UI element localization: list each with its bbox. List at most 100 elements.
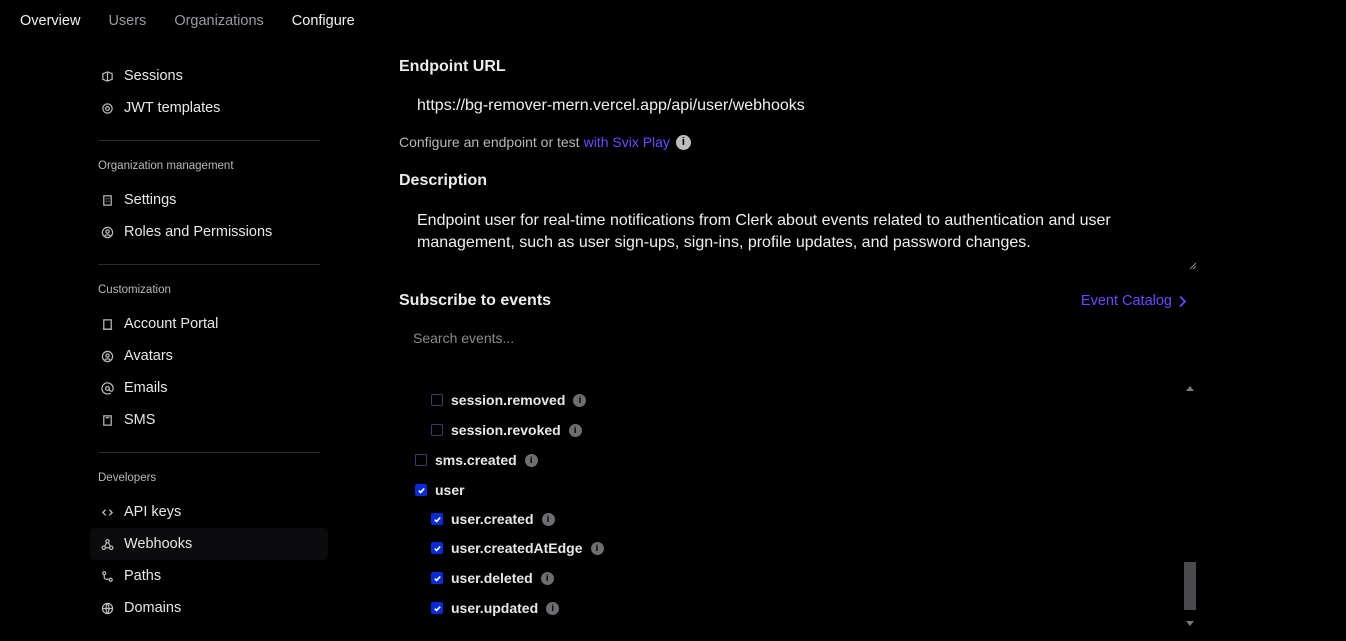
svix-play-link[interactable]: with Svix Play — [584, 134, 670, 150]
sidebar-item-webhooks[interactable]: Webhooks — [90, 528, 328, 560]
event-item-user-created[interactable]: user.created i — [431, 509, 555, 529]
event-label: user.updated — [451, 600, 539, 616]
event-label: session.revoked — [451, 422, 561, 438]
event-item-user-updated[interactable]: user.updated i — [431, 598, 560, 618]
event-label: sms.created — [435, 452, 517, 468]
check-icon — [433, 575, 441, 582]
sidebar-item-label: Domains — [124, 600, 182, 616]
event-catalog-link[interactable]: Event Catalog — [1081, 293, 1187, 309]
info-icon[interactable]: i — [590, 541, 604, 555]
sidebar-item-sms[interactable]: SMS — [90, 404, 328, 436]
event-item-session-removed[interactable]: session.removed i — [431, 390, 587, 410]
scroll-thumb[interactable] — [1184, 562, 1196, 610]
info-icon[interactable]: i — [541, 512, 555, 526]
sidebar-item-api-keys[interactable]: API keys — [90, 496, 328, 528]
sidebar-item-label: Sessions — [124, 68, 183, 84]
event-group-user[interactable]: user — [415, 480, 465, 500]
sidebar-item-settings[interactable]: Settings — [90, 184, 328, 216]
section-heading-organization: Organization management — [98, 160, 234, 172]
user-circle-icon — [100, 225, 114, 239]
info-icon[interactable]: i — [540, 571, 554, 585]
checkbox-checked[interactable] — [431, 572, 443, 584]
event-item-user-deleted[interactable]: user.deleted i — [431, 568, 554, 588]
sidebar-item-label: Emails — [124, 380, 168, 396]
endpoint-url-label: Endpoint URL — [399, 58, 506, 75]
description-textarea[interactable]: Endpoint user for real-time notification… — [399, 210, 1197, 270]
top-navigation: Overview Users Organizations Configure — [0, 0, 355, 42]
event-catalog-label: Event Catalog — [1080, 293, 1172, 309]
sidebar-divider — [98, 264, 320, 265]
nav-configure[interactable]: Configure — [292, 13, 355, 29]
sidebar-item-label: API keys — [124, 504, 182, 520]
description-label: Description — [399, 172, 488, 189]
sidebar-item-paths[interactable]: Paths — [90, 560, 328, 592]
sidebar-item-account-portal[interactable]: Account Portal — [90, 308, 328, 340]
checkbox[interactable] — [415, 454, 427, 466]
checkbox[interactable] — [431, 424, 443, 436]
sidebar-item-label: Account Portal — [124, 316, 219, 332]
check-icon — [433, 545, 441, 552]
info-icon[interactable]: i — [524, 453, 538, 467]
event-label: user — [435, 482, 465, 498]
check-icon — [433, 605, 441, 612]
checkbox-checked[interactable] — [431, 602, 443, 614]
checkbox-checked[interactable] — [431, 513, 443, 525]
avatar-icon — [100, 349, 114, 363]
event-label: user.created — [451, 511, 534, 527]
info-icon[interactable]: i — [546, 601, 560, 615]
endpoint-hint: Configure an endpoint or test with Svix … — [399, 134, 1199, 150]
event-item-user-created-at-edge[interactable]: user.createdAtEdge i — [431, 538, 604, 558]
sidebar-divider — [98, 452, 320, 453]
sidebar-item-jwt-templates[interactable]: JWT templates — [90, 92, 328, 124]
globe-icon — [100, 601, 114, 615]
endpoint-hint-text: Configure an endpoint or test — [399, 134, 580, 150]
sidebar-divider — [98, 140, 320, 141]
event-item-session-revoked[interactable]: session.revoked i — [431, 420, 582, 440]
check-icon — [433, 516, 441, 523]
sidebar-item-emails[interactable]: Emails — [90, 372, 328, 404]
jwt-icon — [100, 101, 114, 115]
nav-organizations[interactable]: Organizations — [174, 13, 263, 29]
webhook-icon — [100, 537, 114, 551]
sidebar-item-sessions[interactable]: Sessions — [90, 60, 328, 92]
sidebar-item-label: Webhooks — [124, 536, 193, 552]
sidebar-item-label: Settings — [124, 192, 177, 208]
scroll-up-icon[interactable] — [1186, 386, 1194, 391]
sidebar-item-roles-permissions[interactable]: Roles and Permissions — [90, 216, 328, 248]
event-item-sms-created[interactable]: sms.created i — [415, 450, 538, 470]
subscribe-label: Subscribe to events — [399, 292, 552, 309]
description-line-1: Endpoint user for real-time notification… — [417, 212, 1111, 229]
checkbox-checked[interactable] — [415, 484, 427, 496]
checkbox[interactable] — [431, 394, 443, 406]
phone-icon — [100, 413, 114, 427]
sidebar-item-label: JWT templates — [124, 100, 221, 116]
sidebar-item-avatars[interactable]: Avatars — [90, 340, 328, 372]
nav-overview[interactable]: Overview — [20, 13, 80, 29]
sidebar-item-label: Avatars — [124, 348, 173, 364]
sidebar-item-label: Roles and Permissions — [124, 224, 273, 240]
sidebar-item-domains[interactable]: Domains — [90, 592, 328, 624]
info-icon[interactable]: i — [568, 423, 582, 437]
endpoint-url-field[interactable]: https://bg-remover-mern.vercel.app/api/u… — [399, 97, 1199, 119]
section-heading-developers: Developers — [98, 472, 157, 484]
description-line-2: management, such as user sign-ups, sign-… — [417, 234, 1031, 251]
event-list-scrollbar[interactable] — [1183, 382, 1197, 628]
subscribe-header: Subscribe to events Event Catalog — [399, 292, 1187, 310]
section-heading-customization: Customization — [98, 284, 171, 296]
event-label: user.createdAtEdge — [451, 540, 583, 556]
info-icon[interactable]: i — [675, 134, 691, 150]
event-label: user.deleted — [451, 570, 533, 586]
sidebar-item-label: Paths — [124, 568, 162, 584]
scroll-down-icon[interactable] — [1186, 621, 1194, 626]
chevron-right-icon — [1179, 295, 1187, 307]
building-icon — [100, 193, 114, 207]
sidebar: Sessions JWT templates Organization mana… — [90, 60, 328, 624]
resize-handle-icon[interactable] — [1189, 262, 1197, 270]
nav-users[interactable]: Users — [108, 13, 146, 29]
check-icon — [417, 487, 425, 494]
checkbox-checked[interactable] — [431, 542, 443, 554]
search-events-input[interactable] — [399, 327, 1179, 349]
at-icon — [100, 381, 114, 395]
info-icon[interactable]: i — [573, 393, 587, 407]
sidebar-item-label: SMS — [124, 412, 156, 428]
